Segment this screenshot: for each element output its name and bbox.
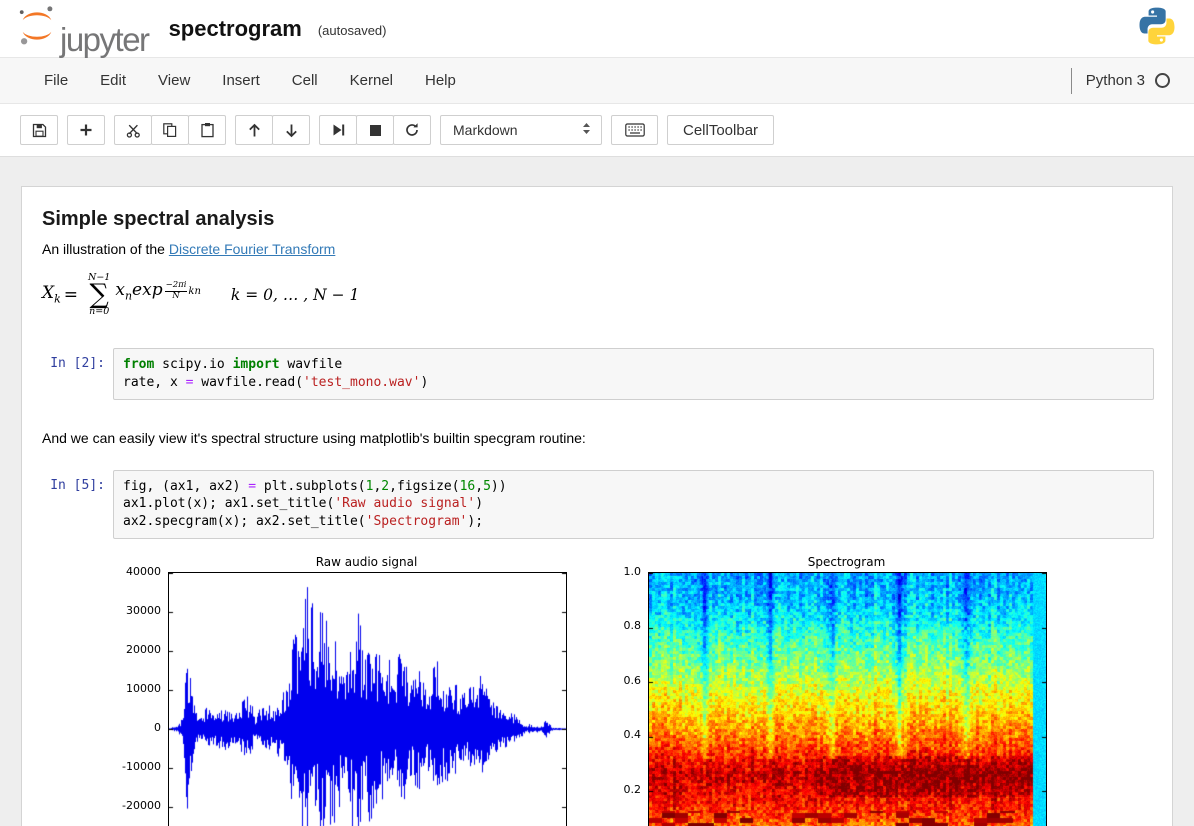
spectrogram-yticks: 1.00.80.60.40.20.0 [603,565,648,826]
cell-type-value: Markdown [453,122,518,138]
notebook-title[interactable]: spectrogram [169,16,302,42]
y-tick-label: 40000 [126,564,161,578]
waveform-plot: Raw audio signal 40000 30000 20000 10000 0 -1… [118,555,567,826]
cut-cell-button[interactable] [114,115,152,145]
code-editor[interactable]: from scipy.io import wavfile rate, x = wa… [123,356,1144,391]
code-input-box[interactable]: fig, (ax1, ax2) = plt.subplots(1,2,figsi… [113,469,1154,539]
move-cell-up-button[interactable] [235,115,273,145]
restart-kernel-button[interactable] [393,115,431,145]
toolbar: Markdown CellToolbar [0,104,1194,157]
step-forward-icon [331,123,346,137]
arrow-up-icon [247,123,262,138]
sum-symbol: N−1 ∑ n=0 [88,272,111,317]
spectrogram-canvas [648,571,1047,826]
y-tick-label: 10000 [126,681,161,695]
y-tick-label: 0 [154,720,161,734]
kernel-separator [1070,67,1072,94]
dft-link[interactable]: Discrete Fourier Transform [169,241,335,257]
command-palette-button[interactable] [611,115,658,145]
refresh-icon [404,122,420,138]
plot-title: Raw audio signal [315,554,418,569]
waveform-yticks: 400003000020000100000-10000-20000-30000 [118,565,168,826]
copy-icon [162,122,178,138]
md-heading: Simple spectral analysis [42,208,275,230]
dropdown-arrows-icon [581,121,592,139]
dft-formula: Xk = N−1 ∑ n=0 xnexp −2πi Nkn k = 0, … , N… [42,272,360,317]
input-prompt: In [2]: [50,356,105,372]
notebook-header: jupyter spectrogram (autosaved) [0,0,1194,58]
scissors-icon [126,123,141,138]
menu-item-file[interactable]: File [28,59,84,103]
plot-title: Spectrogram [807,554,886,569]
md-paragraph-specgram: And we can easily view it's spectral str… [42,429,586,446]
cell-type-dropdown[interactable]: Markdown [440,115,602,145]
plus-icon [79,123,93,137]
menu-item-help[interactable]: Help [409,59,472,103]
interrupt-kernel-button[interactable] [356,115,394,145]
kernel-indicator: Python 3 [1070,67,1194,94]
menu-items: File Edit View Insert Cell Kernel Help [28,59,472,103]
stop-icon [369,124,382,137]
paste-cell-button[interactable] [188,115,226,145]
jupyter-logo-text: jupyter [60,21,150,58]
celltoolbar-button[interactable]: CellToolbar [667,115,775,145]
md-paragraph-intro: An illustration of the Discrete Fourier … [42,241,1152,257]
arrow-down-icon [284,123,299,138]
menu-item-edit[interactable]: Edit [84,59,142,103]
kernel-name: Python 3 [1085,72,1145,89]
y-tick-label: 0.8 [623,619,642,633]
jupyter-logo-icon [16,4,58,53]
y-tick-label: 30000 [126,603,161,617]
waveform-canvas [168,571,567,826]
markdown-cell-specgram-note[interactable]: And we can easily view it's spectral str… [40,416,1154,454]
move-cell-down-button[interactable] [272,115,310,145]
y-tick-label: 0.6 [623,673,642,687]
code-cell-wavfile[interactable]: In [2]: from scipy.io import wavfile rate… [40,348,1154,400]
kernel-idle-icon [1155,73,1170,88]
python-logo-icon [1136,5,1178,52]
y-tick-label: -10000 [122,759,161,773]
y-tick-label: 0.2 [623,782,642,796]
menubar: File Edit View Insert Cell Kernel Help Python … [0,58,1194,104]
markdown-cell-analysis[interactable]: Simple spectral analysis An illustration… [40,200,1154,332]
autosave-status: (autosaved) [317,23,387,38]
spectrogram-plot: Spectrogram 1.00.80.60.40.20.0 [603,555,1047,826]
menu-item-kernel[interactable]: Kernel [334,59,409,103]
menu-item-cell[interactable]: Cell [276,59,334,103]
y-tick-label: -20000 [122,798,161,812]
y-tick-label: 20000 [126,642,161,656]
y-tick-label: 0.4 [623,728,642,742]
output-area: Raw audio signal 40000 30000 20000 10000 0 -1… [40,555,1154,826]
y-tick-label: 1.0 [623,564,642,578]
save-icon [32,123,47,138]
code-editor[interactable]: fig, (ax1, ax2) = plt.subplots(1,2,figsi… [123,478,1144,531]
intro-text: An illustration of the [42,241,169,257]
insert-cell-below-button[interactable] [67,115,105,145]
paste-icon [200,122,215,138]
jupyter-logo[interactable]: jupyter [16,4,150,58]
keyboard-icon [624,123,645,137]
copy-cell-button[interactable] [151,115,189,145]
menu-item-view[interactable]: View [142,59,206,103]
code-input-box[interactable]: from scipy.io import wavfile rate, x = wa… [113,348,1154,400]
save-button[interactable] [20,115,58,145]
run-cell-button[interactable] [319,115,357,145]
notebook-area: Simple spectral analysis An illustration… [0,157,1194,826]
input-prompt: In [5]: [50,477,105,493]
menu-item-insert[interactable]: Insert [206,59,276,103]
notebook-container: Simple spectral analysis An illustration… [21,186,1173,826]
code-cell-plots[interactable]: In [5]: fig, (ax1, ax2) = plt.subplots(1… [40,469,1154,539]
